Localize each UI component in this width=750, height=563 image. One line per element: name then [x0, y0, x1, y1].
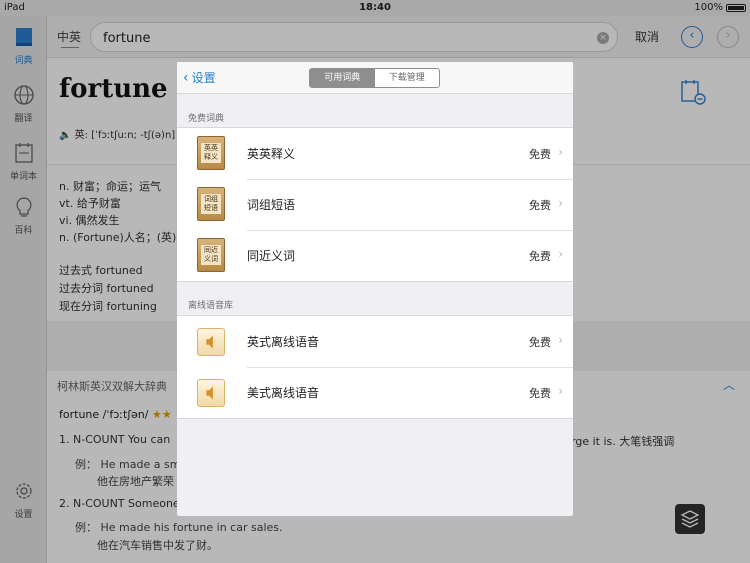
list-item[interactable]: 英式离线语音 免费 ›: [177, 316, 573, 367]
dictionary-book-icon: 词组 短语: [197, 187, 225, 221]
item-name: 词组短语: [247, 198, 296, 212]
section-free-dictionaries: 免费词典: [188, 114, 225, 124]
item-price: 免费: [529, 336, 551, 349]
chevron-left-icon: ‹: [183, 70, 189, 86]
item-name: 同近义词: [247, 249, 296, 263]
speaker-icon: [197, 324, 225, 358]
list-item[interactable]: 词组 短语 词组短语 免费 ›: [177, 179, 573, 230]
back-button[interactable]: ‹ 设置: [183, 69, 216, 86]
item-price: 免费: [529, 148, 551, 161]
speaker-icon: [197, 375, 225, 409]
dictionary-book-icon: 同近 义词: [197, 238, 225, 272]
item-price: 免费: [529, 250, 551, 263]
chevron-right-icon: ›: [558, 247, 563, 261]
settings-modal: ‹ 设置 可用词典 下载管理 免费词典 英英 释义 英英释义 免费 › 词组 短语 词…: [177, 62, 573, 516]
list-item[interactable]: 英英 释义 英英释义 免费 ›: [177, 128, 573, 179]
chevron-right-icon: ›: [558, 145, 563, 159]
free-dictionary-list: 英英 释义 英英释义 免费 › 词组 短语 词组短语 免费 › 同近 义词 同近义词 …: [177, 127, 573, 282]
list-item[interactable]: 同近 义词 同近义词 免费 ›: [177, 230, 573, 281]
item-name: 英英释义: [247, 147, 296, 161]
item-price: 免费: [529, 387, 551, 400]
modal-nav-bar: ‹ 设置 可用词典 下载管理: [177, 62, 573, 94]
chevron-right-icon: ›: [558, 384, 563, 398]
item-name: 美式离线语音: [247, 386, 320, 400]
tab-available-dictionaries[interactable]: 可用词典: [310, 69, 375, 87]
chevron-right-icon: ›: [558, 333, 563, 347]
list-item[interactable]: 美式离线语音 免费 ›: [177, 367, 573, 418]
item-name: 英式离线语音: [247, 335, 320, 349]
item-price: 免费: [529, 199, 551, 212]
segmented-control: 可用词典 下载管理: [309, 68, 440, 88]
offline-voice-list: 英式离线语音 免费 › 美式离线语音 免费 ›: [177, 315, 573, 419]
section-offline-voice: 离线语音库: [188, 301, 234, 311]
dictionary-book-icon: 英英 释义: [197, 136, 225, 170]
chevron-right-icon: ›: [558, 196, 563, 210]
tab-download-manager[interactable]: 下载管理: [374, 69, 439, 87]
back-label: 设置: [191, 71, 216, 85]
